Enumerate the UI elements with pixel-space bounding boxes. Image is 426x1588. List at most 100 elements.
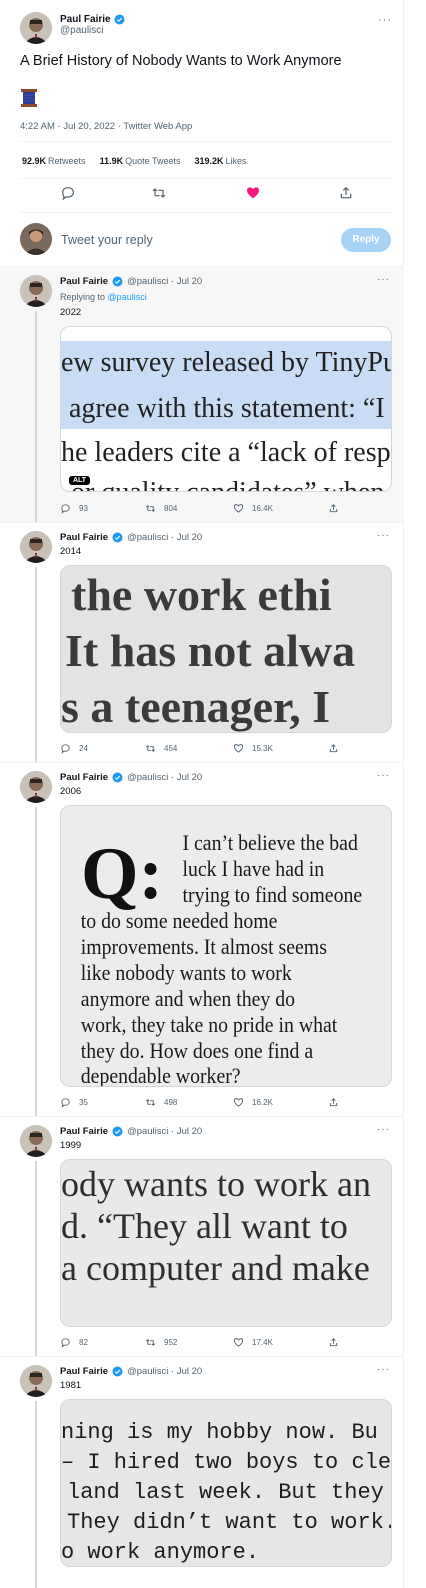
image-text-line: dependable worker?: [81, 1063, 241, 1087]
reply-header: Paul Fairie @paulisci · Jul 20: [60, 1126, 202, 1137]
like-icon: [233, 744, 244, 753]
share-icon[interactable]: [338, 185, 354, 201]
verified-badge-icon: [114, 14, 125, 25]
main-tweet-header: Paul Fairie @paulisci ···: [20, 12, 392, 44]
reply-text: 1999: [60, 1140, 82, 1151]
retweet-icon: [146, 1339, 155, 1346]
tweet-image[interactable]: ody wants to work an d. “They all want t…: [60, 1159, 392, 1327]
avatar[interactable]: [20, 12, 52, 44]
like-icon: [233, 1098, 244, 1107]
tweet-image[interactable]: ew survey released by TinyPu agree with …: [60, 326, 392, 492]
thread-reply[interactable]: Paul Fairie @paulisci · Jul 20 ··· 1999 …: [0, 1116, 404, 1357]
like-count[interactable]: 16.4K: [233, 503, 273, 514]
like-icon[interactable]: [245, 185, 261, 201]
avatar[interactable]: [20, 771, 52, 803]
replying-to-link[interactable]: @paulisci: [108, 292, 147, 302]
more-options-icon[interactable]: ···: [377, 530, 390, 541]
reply-count[interactable]: 93: [60, 503, 88, 514]
retweet-count[interactable]: 952: [145, 1337, 177, 1348]
author-name[interactable]: Paul Fairie: [60, 14, 111, 25]
tweet-image[interactable]: Q: I can’t believe the bad luck I have h…: [60, 805, 392, 1087]
thread-reply[interactable]: Paul Fairie @paulisci · Jul 20 ··· Reply…: [0, 266, 404, 523]
like-count[interactable]: 17.4K: [233, 1337, 273, 1348]
thread-connector: [35, 1401, 37, 1588]
reply-count[interactable]: 24: [60, 743, 88, 754]
reply-icon[interactable]: [60, 185, 76, 201]
share-icon[interactable]: [328, 743, 339, 754]
avatar: [20, 223, 52, 255]
thread-reply[interactable]: Paul Fairie @paulisci · Jul 20 ··· 1981 …: [0, 1356, 404, 1588]
image-q-letter: Q:: [81, 833, 163, 915]
handle-date[interactable]: @paulisci · Jul 20: [127, 1366, 202, 1377]
more-options-icon[interactable]: ···: [377, 770, 390, 781]
verified-badge-icon: [112, 1366, 123, 1377]
tweet-image[interactable]: the work ethi It has not alwa s a teenag…: [60, 565, 392, 733]
retweet-count[interactable]: 804: [145, 503, 177, 514]
tweet-image[interactable]: ning is my hobby now. Bu – I hired two b…: [60, 1399, 392, 1567]
image-text-line: trying to find someone: [183, 882, 363, 907]
retweet-icon[interactable]: [151, 185, 167, 201]
avatar[interactable]: [20, 531, 52, 563]
thread-connector: [35, 311, 37, 523]
verified-badge-icon: [112, 772, 123, 783]
image-text-line: they do. How does one find a: [81, 1038, 313, 1063]
like-icon: [233, 1338, 244, 1347]
thread-reply[interactable]: Paul Fairie @paulisci · Jul 20 ··· 2014 …: [0, 522, 404, 763]
share-icon[interactable]: [328, 1097, 339, 1108]
reply-header: Paul Fairie @paulisci · Jul 20: [60, 276, 202, 287]
reply-actions: 82 952 17.4K: [60, 1337, 360, 1351]
likes-stat[interactable]: 319.2K Likes: [194, 156, 246, 166]
like-count[interactable]: 16.2K: [233, 1097, 273, 1108]
retweet-count[interactable]: 498: [145, 1097, 177, 1108]
author-name[interactable]: Paul Fairie: [60, 532, 108, 543]
image-text-line: o work anymore.: [61, 1540, 259, 1565]
image-text-line: agree with this statement: “I: [69, 393, 385, 424]
image-text-line: ew survey released by TinyPu: [61, 347, 392, 378]
image-text-line: luck I have had in: [183, 856, 325, 881]
reply-actions: 93 804 16.4K: [60, 503, 360, 517]
handle-date[interactable]: @paulisci · Jul 20: [127, 532, 202, 543]
thread-reply[interactable]: Paul Fairie @paulisci · Jul 20 ··· 2006 …: [0, 762, 404, 1117]
more-options-icon[interactable]: ···: [377, 1124, 390, 1135]
more-options-icon[interactable]: ···: [377, 1364, 390, 1375]
author-name[interactable]: Paul Fairie: [60, 1366, 108, 1377]
avatar[interactable]: [20, 1365, 52, 1397]
retweet-icon: [146, 745, 155, 752]
reply-actions: 24 454 15.3K: [60, 743, 360, 757]
more-options-icon[interactable]: ···: [378, 14, 392, 26]
image-text-line: land last week. But they just: [67, 1480, 392, 1505]
like-count[interactable]: 15.3K: [233, 743, 273, 754]
reply-text: 2022: [60, 307, 82, 318]
tweet-timestamp[interactable]: 4:22 AM · Jul 20, 2022 · Twitter Web App: [20, 121, 192, 132]
quote-tweets-stat[interactable]: 11.9K Quote Tweets: [100, 156, 181, 166]
alt-badge[interactable]: ALT: [69, 476, 91, 485]
image-text-line: improvements. It almost seems: [81, 934, 327, 959]
reply-count[interactable]: 82: [60, 1337, 88, 1348]
share-icon[interactable]: [328, 1337, 339, 1348]
verified-badge-icon: [112, 276, 123, 287]
reply-button[interactable]: Reply: [341, 228, 391, 252]
author-name[interactable]: Paul Fairie: [60, 276, 108, 287]
share-icon[interactable]: [328, 503, 339, 514]
thread-connector: [35, 1161, 37, 1357]
replying-to: Replying to @paulisci: [60, 292, 147, 302]
main-tweet-actions: [20, 185, 392, 205]
avatar[interactable]: [20, 275, 52, 307]
tweet-thread: Paul Fairie @paulisci ··· A Brief Histor…: [0, 0, 404, 1588]
handle-date[interactable]: @paulisci · Jul 20: [127, 1126, 202, 1137]
retweets-stat[interactable]: 92.9K Retweets: [22, 156, 86, 166]
reply-count[interactable]: 35: [60, 1097, 88, 1108]
author-name[interactable]: Paul Fairie: [60, 772, 108, 783]
retweet-count[interactable]: 454: [145, 743, 177, 754]
handle-date[interactable]: @paulisci · Jul 20: [127, 772, 202, 783]
reply-text: 2014: [60, 546, 82, 557]
author-name[interactable]: Paul Fairie: [60, 1126, 108, 1137]
handle-date[interactable]: @paulisci · Jul 20: [127, 276, 202, 287]
avatar[interactable]: [20, 1125, 52, 1157]
reply-input[interactable]: Tweet your reply: [61, 233, 153, 247]
image-text-line: a computer and make: [61, 1248, 370, 1288]
author-handle[interactable]: @paulisci: [60, 25, 125, 36]
reply-header: Paul Fairie @paulisci · Jul 20: [60, 772, 202, 783]
more-options-icon[interactable]: ···: [377, 274, 390, 285]
reply-header: Paul Fairie @paulisci · Jul 20: [60, 532, 202, 543]
